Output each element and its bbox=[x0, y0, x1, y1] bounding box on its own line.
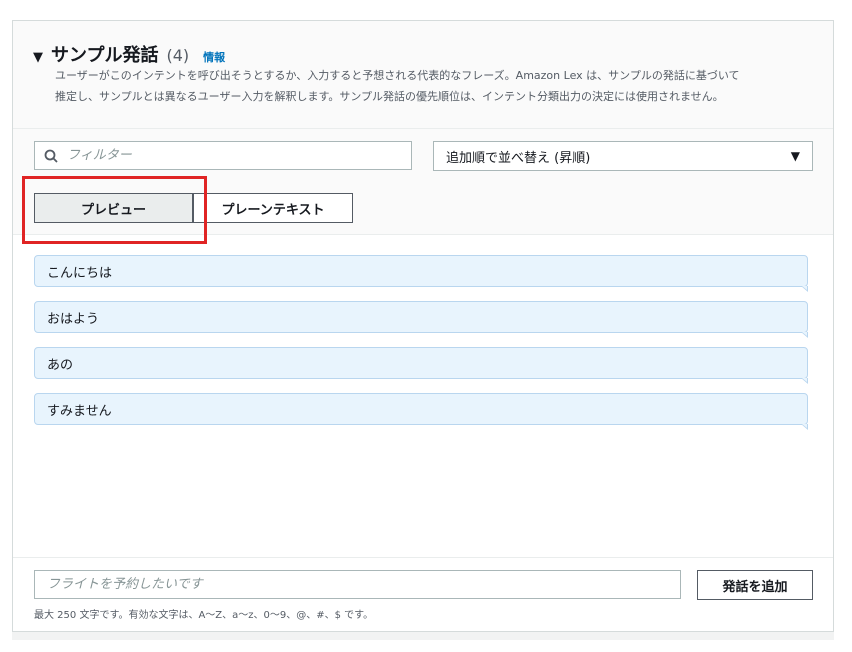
toolbar: 追加順で並べ替え (昇順) ▼ プレビュー プレーンテキスト bbox=[13, 129, 833, 235]
utterance-count: (4) bbox=[166, 46, 190, 65]
footer: 発話を追加 最大 250 文字です。有効な文字は、A〜Z、a〜z、0〜9、@、#… bbox=[13, 557, 833, 631]
search-icon bbox=[35, 149, 67, 163]
tab-preview[interactable]: プレビュー bbox=[34, 193, 193, 223]
caret-down-icon[interactable]: ▼ bbox=[33, 50, 43, 65]
sample-utterances-panel: ▼ サンプル発話 (4) 情報 ユーザーがこのインテントを呼び出そうとするか、入… bbox=[12, 20, 834, 632]
info-link[interactable]: 情報 bbox=[203, 49, 225, 65]
add-utterance-button[interactable]: 発話を追加 bbox=[697, 570, 813, 600]
panel-title: サンプル発話 bbox=[51, 45, 159, 66]
utterance-item[interactable]: すみません bbox=[34, 393, 808, 430]
page-bottom-strip bbox=[12, 632, 834, 640]
title-row[interactable]: ▼ サンプル発話 (4) 情報 bbox=[33, 41, 225, 67]
utterance-input[interactable] bbox=[34, 570, 681, 599]
panel-description: ユーザーがこのインテントを呼び出そうとするか、入力すると予想される代表的なフレー… bbox=[55, 65, 825, 107]
description-line-2: 推定し、サンプルとは異なるユーザー入力を解釈します。サンプル発話の優先順位は、イ… bbox=[55, 90, 724, 103]
filter-input[interactable] bbox=[67, 142, 411, 169]
utterance-item[interactable]: こんにちは bbox=[34, 255, 808, 292]
utterance-item[interactable]: あの bbox=[34, 347, 808, 384]
input-constraint-hint: 最大 250 文字です。有効な文字は、A〜Z、a〜z、0〜9、@、#、$ です。 bbox=[34, 610, 374, 621]
tab-plain-text[interactable]: プレーンテキスト bbox=[193, 193, 353, 223]
description-line-1: ユーザーがこのインテントを呼び出そうとするか、入力すると予想される代表的なフレー… bbox=[55, 69, 740, 82]
utterance-item[interactable]: おはよう bbox=[34, 301, 808, 338]
sort-label: 追加順で並べ替え (昇順) bbox=[446, 150, 591, 166]
filter-field[interactable] bbox=[34, 141, 412, 170]
sort-select[interactable]: 追加順で並べ替え (昇順) ▼ bbox=[433, 141, 813, 171]
panel-header: ▼ サンプル発話 (4) 情報 ユーザーがこのインテントを呼び出そうとするか、入… bbox=[13, 21, 833, 129]
dropdown-arrow-icon: ▼ bbox=[790, 149, 800, 163]
